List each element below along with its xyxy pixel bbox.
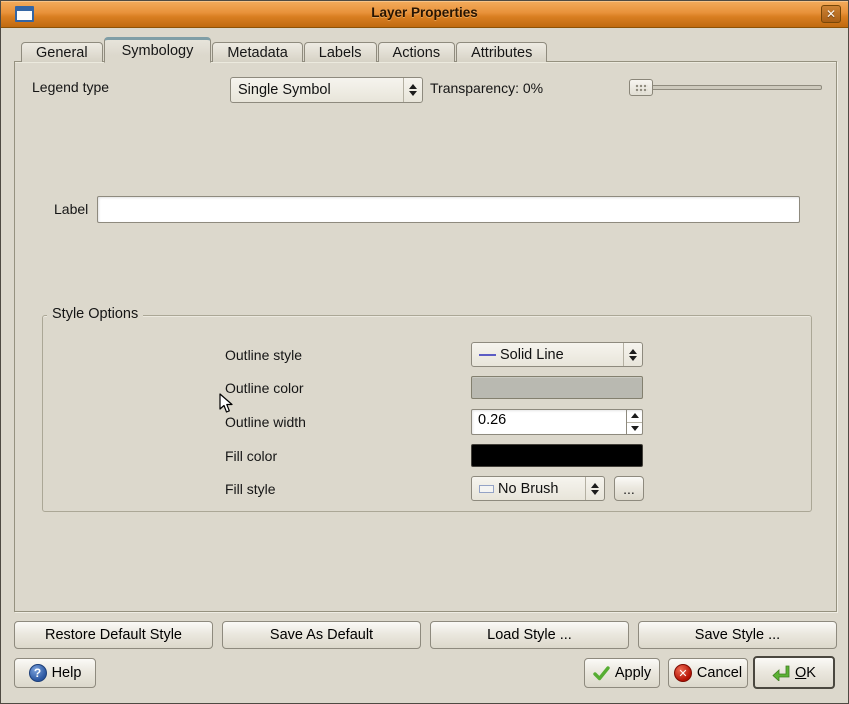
- tab-metadata-label: Metadata: [227, 45, 287, 61]
- save-style-button[interactable]: Save Style ...: [638, 621, 837, 649]
- fill-style-more-label: ...: [623, 481, 635, 497]
- solid-line-icon: [479, 354, 496, 356]
- fill-style-more-button[interactable]: ...: [614, 476, 644, 501]
- symbology-panel: Legend type Single Symbol Transparency: …: [14, 61, 837, 612]
- outline-width-spinbox[interactable]: 0.26: [471, 409, 643, 435]
- load-style-button[interactable]: Load Style ...: [430, 621, 629, 649]
- cancel-label: Cancel: [697, 665, 742, 681]
- save-as-default-button[interactable]: Save As Default: [222, 621, 421, 649]
- fill-color-label: Fill color: [225, 448, 277, 464]
- spin-up-icon[interactable]: [627, 410, 642, 423]
- transparency-slider[interactable]: [629, 79, 822, 96]
- fill-style-label: Fill style: [225, 481, 276, 497]
- tab-attributes-label: Attributes: [471, 45, 532, 61]
- outline-width-label: Outline width: [225, 414, 306, 430]
- no-brush-icon: [479, 485, 494, 493]
- cancel-button[interactable]: ✕ Cancel: [668, 658, 748, 688]
- legend-type-label: Legend type: [32, 79, 109, 95]
- tab-labels[interactable]: Labels: [304, 42, 377, 62]
- outline-style-value: Solid Line: [500, 347, 564, 363]
- slider-groove: [631, 85, 822, 90]
- restore-default-style-label: Restore Default Style: [45, 627, 182, 643]
- cancel-x-icon: ✕: [674, 664, 692, 682]
- transparency-label: Transparency: 0%: [430, 80, 543, 96]
- combo-arrows-icon: [403, 78, 422, 102]
- label-input[interactable]: [97, 196, 800, 223]
- outline-color-button[interactable]: [471, 376, 643, 399]
- load-style-label: Load Style ...: [487, 627, 572, 643]
- layer-properties-dialog: Layer Properties ✕ General Symbology Met…: [0, 0, 849, 704]
- tab-attributes[interactable]: Attributes: [456, 42, 547, 62]
- outline-width-value: 0.26: [472, 410, 626, 434]
- tab-symbology[interactable]: Symbology: [104, 37, 212, 63]
- apply-label: Apply: [615, 665, 651, 681]
- ok-enter-arrow-icon: [772, 665, 790, 681]
- restore-default-style-button[interactable]: Restore Default Style: [14, 621, 213, 649]
- help-label: Help: [52, 665, 82, 681]
- tab-general[interactable]: General: [21, 42, 103, 62]
- help-icon: ?: [29, 664, 47, 682]
- window-title: Layer Properties: [1, 5, 848, 20]
- outline-color-label: Outline color: [225, 380, 304, 396]
- style-options-groupbox: Style Options Outline style Solid Line O…: [42, 315, 812, 512]
- label-field-label: Label: [54, 201, 88, 217]
- apply-check-icon: [593, 666, 610, 681]
- tab-actions-label: Actions: [393, 45, 441, 61]
- close-icon[interactable]: ✕: [821, 5, 841, 23]
- style-buttons-row: Restore Default Style Save As Default Lo…: [14, 621, 837, 649]
- ok-label: OK: [795, 665, 816, 681]
- fill-style-combobox[interactable]: No Brush: [471, 476, 605, 501]
- help-button[interactable]: ? Help: [14, 658, 96, 688]
- ok-button[interactable]: OK: [753, 656, 835, 689]
- spin-down-icon[interactable]: [627, 423, 642, 435]
- tab-general-label: General: [36, 45, 88, 61]
- tab-labels-label: Labels: [319, 45, 362, 61]
- combo-arrows-icon: [623, 343, 642, 366]
- spinbox-steppers[interactable]: [626, 410, 642, 434]
- slider-handle[interactable]: [629, 79, 653, 96]
- dialog-action-row: ? Help Apply ✕ Cancel OK: [1, 656, 849, 692]
- fill-color-button[interactable]: [471, 444, 643, 467]
- tab-metadata[interactable]: Metadata: [212, 42, 302, 62]
- tab-symbology-label: Symbology: [122, 43, 194, 59]
- legend-type-value: Single Symbol: [238, 82, 331, 98]
- tab-actions[interactable]: Actions: [378, 42, 456, 62]
- tab-bar: General Symbology Metadata Labels Action…: [21, 36, 548, 62]
- combo-arrows-icon: [585, 477, 604, 500]
- legend-type-combobox[interactable]: Single Symbol: [230, 77, 423, 103]
- titlebar[interactable]: Layer Properties ✕: [1, 1, 848, 28]
- save-as-default-label: Save As Default: [270, 627, 373, 643]
- apply-button[interactable]: Apply: [584, 658, 660, 688]
- outline-style-combobox[interactable]: Solid Line: [471, 342, 643, 367]
- save-style-label: Save Style ...: [695, 627, 780, 643]
- style-options-title: Style Options: [47, 306, 143, 322]
- outline-style-label: Outline style: [225, 347, 302, 363]
- fill-style-value: No Brush: [498, 481, 558, 497]
